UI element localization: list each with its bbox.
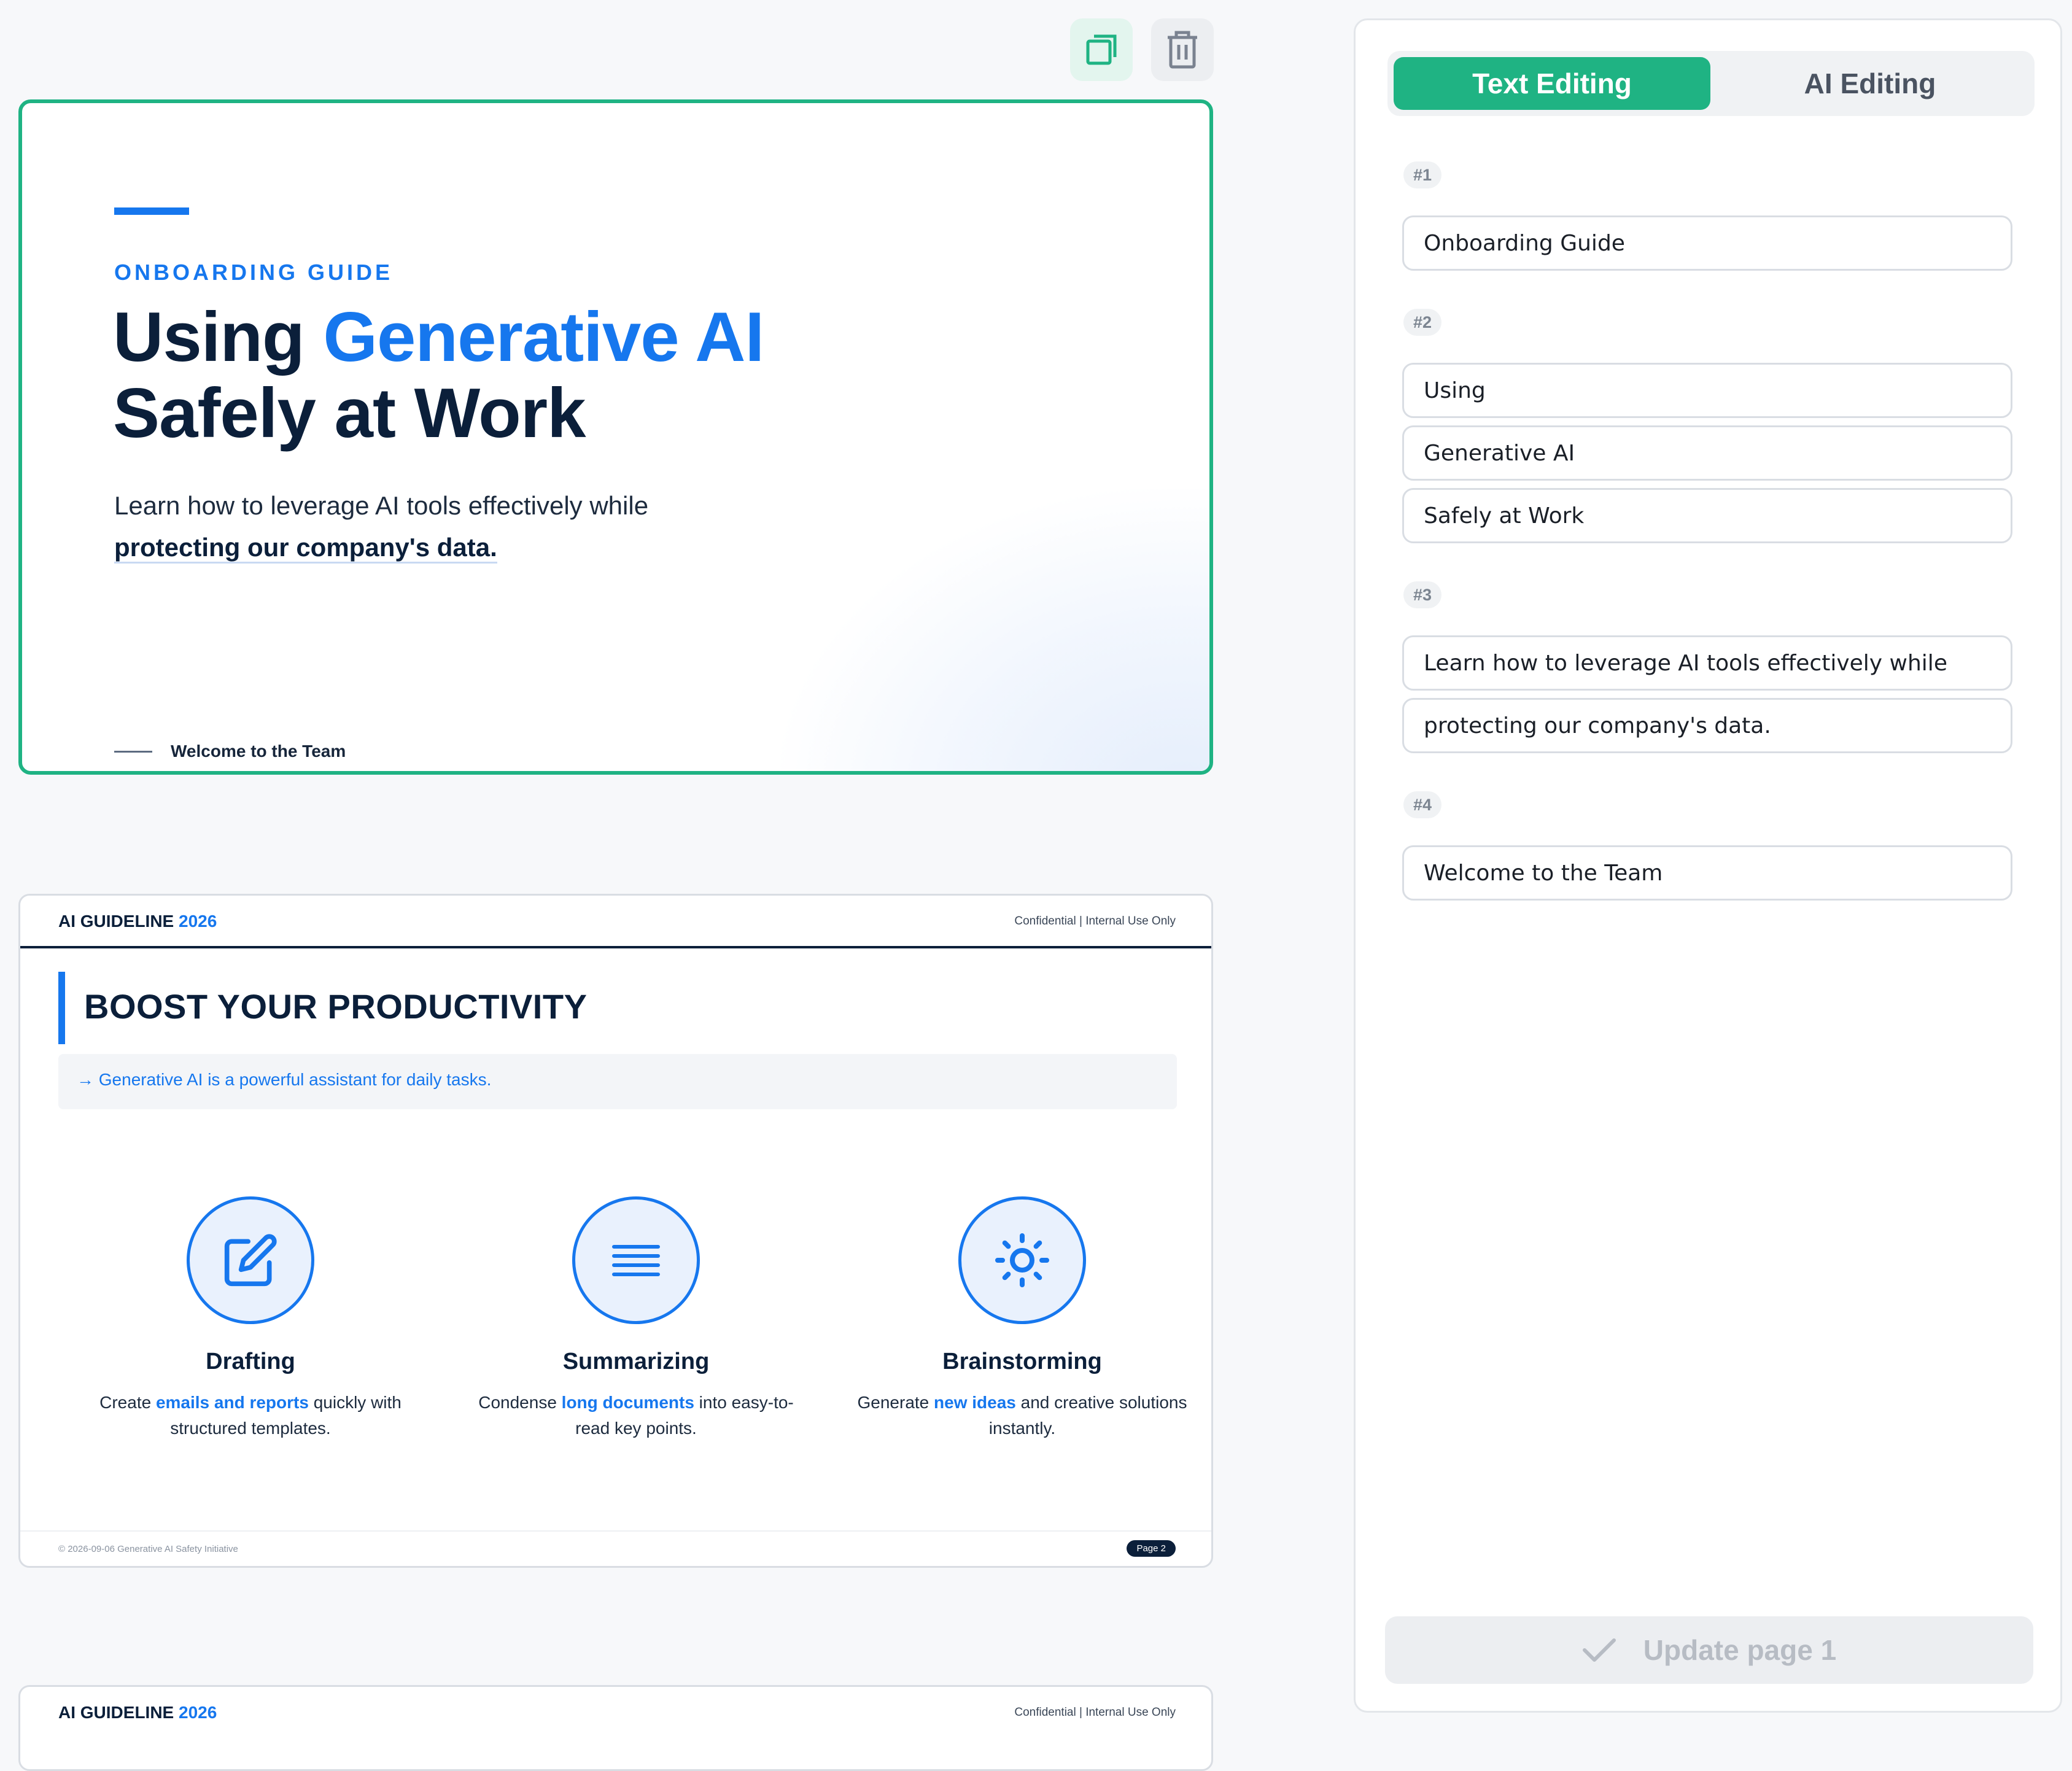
subtitle-line-1: Learn how to leverage AI tools effective… <box>114 491 649 520</box>
confidential-note: Confidential | Internal Use Only <box>1014 1706 1176 1719</box>
brand-text: AI GUIDELINE <box>58 912 174 931</box>
check-icon <box>1582 1638 1616 1662</box>
brand-text: AI GUIDELINE <box>58 1703 174 1722</box>
callout: → Generative AI is a powerful assistant … <box>58 1054 1177 1109</box>
desc-text: Condense <box>478 1393 562 1412</box>
text-field[interactable] <box>1402 845 2012 901</box>
text-field[interactable] <box>1402 425 2012 481</box>
feature-label: Summarizing <box>562 1349 710 1374</box>
feature-description: Create emails and reports quickly with s… <box>79 1390 422 1441</box>
slide-title: BOOST YOUR PRODUCTIVITY <box>84 987 588 1026</box>
feature-icon-circle <box>958 1196 1086 1324</box>
text-input[interactable] <box>1404 490 2011 541</box>
feature-label: Drafting <box>206 1349 295 1374</box>
text-input[interactable] <box>1404 700 2011 751</box>
text-input[interactable] <box>1404 847 2011 899</box>
slide-1-thumbnail[interactable]: ONBOARDING GUIDE Using Generative AI Saf… <box>18 99 1213 775</box>
title-highlight: Generative AI <box>323 298 764 376</box>
edit-icon <box>224 1234 277 1287</box>
text-field[interactable] <box>1402 215 2012 271</box>
text-input[interactable] <box>1404 427 2011 479</box>
slide-kicker: ONBOARDING GUIDE <box>114 260 394 285</box>
feature-description: Condense long documents into easy-to-rea… <box>464 1390 808 1441</box>
group-badge: #2 <box>1403 309 1442 336</box>
tab-text-editing[interactable]: Text Editing <box>1394 57 1710 110</box>
background-glow <box>780 489 1209 771</box>
confidential-note: Confidential | Internal Use Only <box>1014 915 1176 928</box>
editing-mode-tabs: Text Editing AI Editing <box>1387 51 2035 116</box>
slide-footer: Welcome to the Team <box>114 742 346 761</box>
title-line-2: Safely at Work <box>113 374 586 452</box>
slide-subtitle: Learn how to leverage AI tools effective… <box>114 485 648 568</box>
slide-header: AI GUIDELINE 2026 Confidential | Interna… <box>20 1687 1211 1740</box>
brand: AI GUIDELINE 2026 <box>58 912 217 931</box>
slide-3-thumbnail[interactable]: AI GUIDELINE 2026 Confidential | Interna… <box>18 1685 1213 1771</box>
group-badge: #1 <box>1403 161 1442 188</box>
desc-keyword: emails and reports <box>155 1393 309 1412</box>
editing-panel: Text Editing AI Editing #1 #2 #3 #4 Upda… <box>1354 18 2062 1713</box>
brand-year: 2026 <box>179 1703 217 1722</box>
text-input[interactable] <box>1404 217 2011 269</box>
group-badge: #3 <box>1403 581 1442 608</box>
page-badge: Page 2 <box>1127 1540 1176 1557</box>
lines-icon <box>612 1245 660 1276</box>
text-field[interactable] <box>1402 363 2012 418</box>
accent-bar <box>114 207 189 215</box>
title-accent-bar <box>58 972 65 1044</box>
feature-column: Summarizing Condense long documents into… <box>464 1196 808 1441</box>
slide-2-thumbnail[interactable]: AI GUIDELINE 2026 Confidential | Interna… <box>18 894 1213 1568</box>
footer-text: Welcome to the Team <box>171 742 346 761</box>
slide-title: Using Generative AI Safely at Work <box>113 300 764 452</box>
text-field[interactable] <box>1402 635 2012 691</box>
title-part: Using <box>113 298 324 376</box>
brand: AI GUIDELINE 2026 <box>58 1703 217 1723</box>
copy-icon <box>1086 34 1117 65</box>
sun-icon <box>995 1233 1049 1287</box>
feature-column: Drafting Create emails and reports quick… <box>79 1196 422 1441</box>
text-input[interactable] <box>1404 637 2011 689</box>
feature-label: Brainstorming <box>942 1349 1102 1374</box>
delete-slide-button[interactable] <box>1151 18 1214 81</box>
text-field[interactable] <box>1402 698 2012 753</box>
group-badge: #4 <box>1403 791 1442 818</box>
feature-icon-circle <box>572 1196 700 1324</box>
duplicate-slide-button[interactable] <box>1070 18 1133 81</box>
feature-description: Generate new ideas and creative solution… <box>850 1390 1194 1441</box>
copyright: © 2026-09-06 Generative AI Safety Initia… <box>58 1544 238 1554</box>
desc-keyword: new ideas <box>934 1393 1016 1412</box>
update-label: Update page 1 <box>1643 1634 1837 1666</box>
footer-rule <box>114 750 152 753</box>
desc-text: Create <box>99 1393 156 1412</box>
footer-divider <box>20 1530 1211 1532</box>
feature-icon-circle <box>187 1196 314 1324</box>
text-field[interactable] <box>1402 488 2012 543</box>
tab-ai-editing[interactable]: AI Editing <box>1712 57 2028 110</box>
subtitle-line-2: protecting our company's data. <box>114 533 497 564</box>
desc-text: Generate <box>857 1393 934 1412</box>
brand-year: 2026 <box>179 912 217 931</box>
text-input[interactable] <box>1404 365 2011 416</box>
desc-keyword: long documents <box>561 1393 694 1412</box>
trash-icon <box>1168 31 1197 69</box>
slide-header: AI GUIDELINE 2026 Confidential | Interna… <box>20 896 1211 948</box>
update-page-button[interactable]: Update page 1 <box>1385 1616 2033 1684</box>
desc-text: and creative solutions instantly. <box>988 1393 1187 1438</box>
feature-column: Brainstorming Generate new ideas and cre… <box>850 1196 1194 1441</box>
